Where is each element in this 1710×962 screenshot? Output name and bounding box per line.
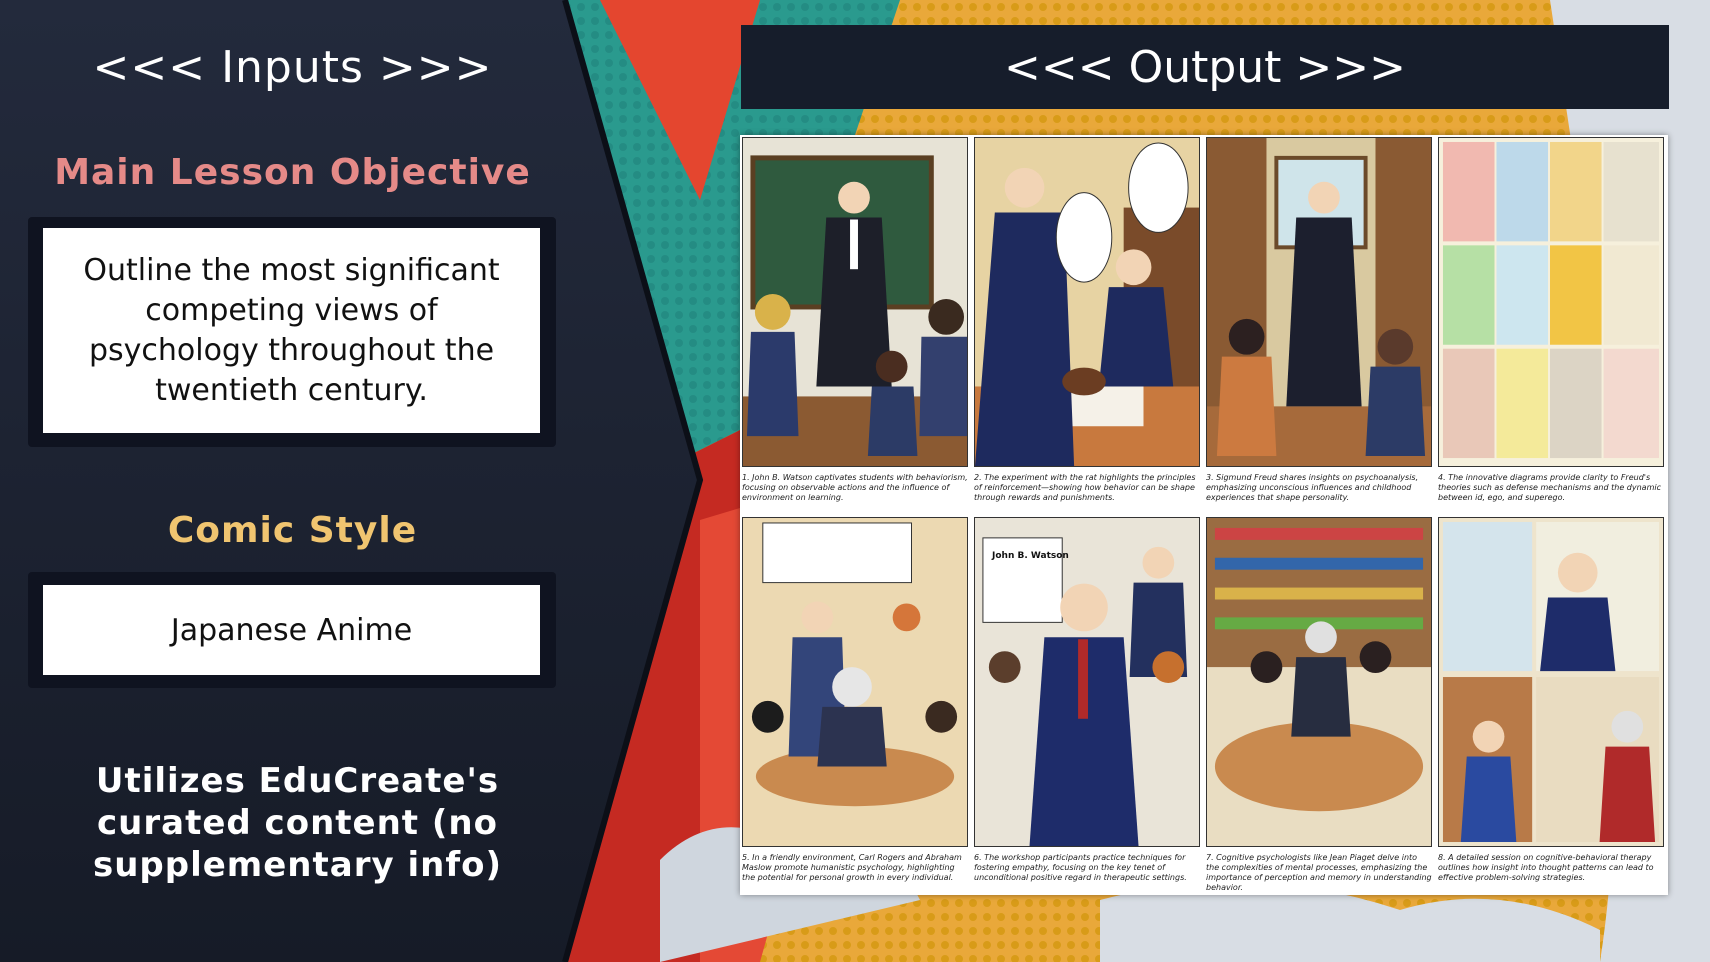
panel-3-illustration (1206, 137, 1432, 467)
panel-6-sign: John B. Watson (992, 551, 1069, 561)
panel-1-illustration (742, 137, 968, 467)
comic-panel-8: 8. A detailed session on cognitive-behav… (1438, 517, 1664, 882)
style-heading: Comic Style (167, 510, 418, 551)
comic-panel-3: 3. Sigmund Freud shares insights on psyc… (1206, 137, 1432, 502)
comic-panel-5: 5. In a friendly environment, Carl Roger… (742, 517, 968, 882)
panel-2-caption: 2. The experiment with the rat highlight… (974, 473, 1196, 502)
inputs-title: <<< Inputs >>> (92, 42, 493, 93)
panel-8-caption: 8. A detailed session on cognitive-behav… (1438, 853, 1654, 882)
output-title: <<< Output >>> (741, 25, 1669, 109)
panel-8-illustration (1438, 517, 1664, 847)
comic-sheet: 1. John B. Watson captivates students wi… (740, 135, 1668, 895)
panel-4-caption: 4. The innovative diagrams provide clari… (1438, 473, 1661, 502)
panel-4-illustration (1438, 137, 1664, 467)
panel-2-illustration (974, 137, 1200, 467)
comic-panel-1: 1. John B. Watson captivates students wi… (742, 137, 968, 502)
objective-heading: Main Lesson Objective (54, 152, 531, 193)
panel-7-illustration (1206, 517, 1432, 847)
comic-panel-4: 4. The innovative diagrams provide clari… (1438, 137, 1664, 502)
comic-panel-6: John B. Watson 6. The workshop participa… (974, 517, 1200, 882)
panel-5-caption: 5. In a friendly environment, Carl Roger… (742, 853, 962, 882)
panel-6-illustration (974, 517, 1200, 847)
style-value: Japanese Anime (43, 585, 540, 675)
panel-7-caption: 7. Cognitive psychologists like Jean Pia… (1206, 853, 1432, 892)
objective-text: Outline the most significant competing v… (43, 228, 540, 433)
inputs-panel: <<< Inputs >>> Main Lesson Objective Out… (0, 0, 700, 962)
comic-panel-7: 7. Cognitive psychologists like Jean Pia… (1206, 517, 1432, 892)
footer-note: Utilizes EduCreate's curated content (no… (92, 761, 503, 885)
panel-5-illustration (742, 517, 968, 847)
panel-1-caption: 1. John B. Watson captivates students wi… (742, 473, 968, 502)
panel-3-caption: 3. Sigmund Freud shares insights on psyc… (1206, 473, 1419, 502)
comic-panel-2: 2. The experiment with the rat highlight… (974, 137, 1200, 502)
panel-6-caption: 6. The workshop participants practice te… (974, 853, 1187, 882)
